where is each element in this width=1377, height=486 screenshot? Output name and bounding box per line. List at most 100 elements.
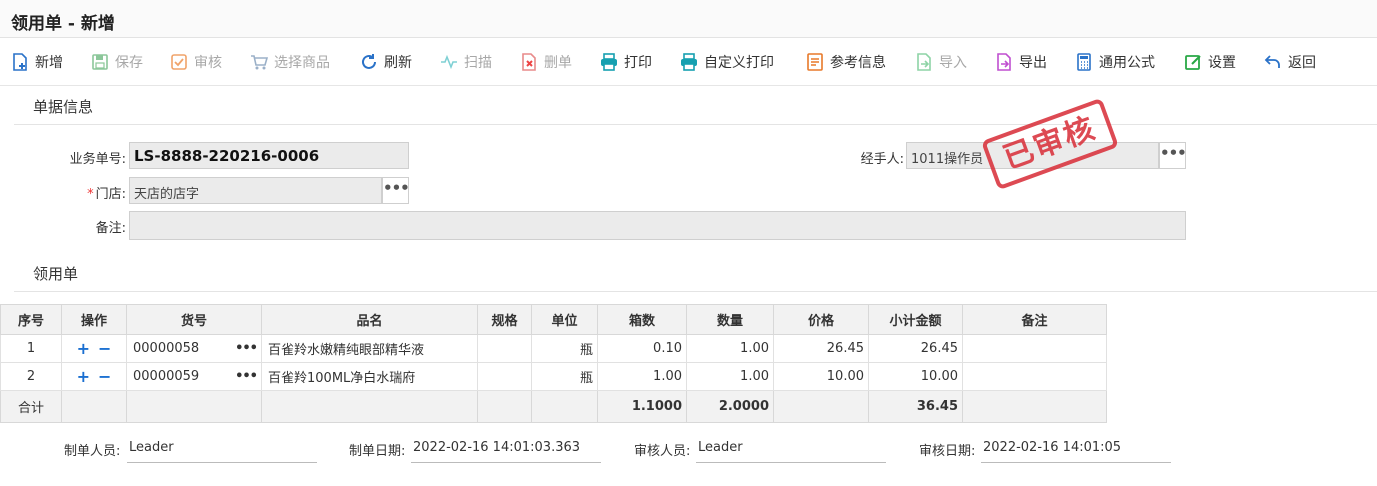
table-row[interactable]: 1 + − 00000058 ••• 百雀羚水嫩精纯眼部精华液 瓶 0.10 1.0… [0, 334, 1107, 363]
export-icon [997, 53, 1011, 71]
total-empty-cell [477, 390, 532, 423]
new-button-label: 新增 [35, 55, 63, 71]
col-header-seq: 序号 [0, 304, 62, 335]
audit-date-label: 审核日期: [919, 444, 976, 459]
row-code[interactable]: 00000058 ••• [126, 334, 262, 363]
print-button[interactable]: 打印 [600, 50, 652, 74]
row-remark[interactable] [962, 362, 1107, 391]
doc-info-section-title: 单据信息 [33, 98, 94, 116]
scan-button[interactable]: 扫描 [440, 50, 492, 74]
row-qty[interactable]: 1.00 [686, 334, 774, 363]
row-code[interactable]: 00000059 ••• [126, 362, 262, 391]
add-row-icon[interactable]: + [77, 367, 90, 386]
settings-button[interactable]: 设置 [1184, 50, 1236, 74]
remove-row-icon[interactable]: − [98, 367, 111, 386]
row-actions: + − [61, 334, 127, 363]
new-button[interactable]: 新增 [11, 50, 63, 74]
col-header-code: 货号 [126, 304, 262, 335]
total-boxes: 1.1000 [597, 390, 687, 423]
export-button-label: 导出 [1019, 55, 1047, 71]
store-field[interactable]: 天店的店字 [129, 177, 382, 204]
row-code-text: 00000059 [133, 369, 200, 384]
row-name: 百雀羚水嫩精纯眼部精华液 [261, 334, 478, 363]
row-actions: + − [61, 362, 127, 391]
toolbar: 新增 保存 审核 选择商品 刷新 扫描 删单 打印 自定义打印 参考信息 导入 [0, 38, 1377, 86]
custom-print-icon [681, 53, 697, 71]
total-empty-cell [126, 390, 262, 423]
refresh-button-label: 刷新 [384, 55, 412, 71]
common-formula-button[interactable]: 通用公式 [1075, 50, 1155, 74]
import-icon [917, 53, 931, 71]
store-label: * 门店: [40, 183, 126, 202]
select-goods-button[interactable]: 选择商品 [250, 50, 330, 74]
delete-doc-button-label: 删单 [544, 55, 572, 71]
row-boxes[interactable]: 0.10 [597, 334, 687, 363]
section-divider [14, 291, 1377, 292]
row-unit: 瓶 [531, 362, 598, 391]
col-header-unit: 单位 [531, 304, 598, 335]
back-button[interactable]: 返回 [1264, 50, 1316, 74]
reference-icon [807, 53, 823, 71]
import-button[interactable]: 导入 [915, 50, 967, 74]
audit-button[interactable]: 审核 [170, 50, 222, 74]
remark-field[interactable] [129, 211, 1186, 240]
select-goods-button-label: 选择商品 [274, 55, 330, 71]
col-header-name: 品名 [261, 304, 478, 335]
business-no-label: 业务单号: [69, 152, 126, 167]
reference-info-button-label: 参考信息 [830, 55, 886, 71]
audited-stamp: 已审核 [980, 97, 1120, 191]
remove-row-icon[interactable]: − [98, 339, 111, 358]
code-lookup-icon[interactable]: ••• [235, 341, 258, 356]
refresh-button[interactable]: 刷新 [360, 50, 412, 74]
save-button[interactable]: 保存 [91, 50, 143, 74]
remark-label: 备注: [95, 221, 126, 236]
row-name: 百雀羚100ML净白水瑞府 [261, 362, 478, 391]
table-row[interactable]: 2 + − 00000059 ••• 百雀羚100ML净白水瑞府 瓶 1.00 1.… [0, 362, 1107, 391]
import-button-label: 导入 [939, 55, 967, 71]
table-header-row: 序号 操作 货号 品名 规格 单位 箱数 数量 价格 小计金额 备注 [0, 304, 1107, 335]
col-header-boxes: 箱数 [597, 304, 687, 335]
grid-section-title: 领用单 [33, 265, 79, 283]
row-subtotal: 10.00 [868, 362, 963, 391]
row-boxes[interactable]: 1.00 [597, 362, 687, 391]
back-arrow-icon [1264, 55, 1280, 68]
total-empty-cell [61, 390, 127, 423]
print-button-label: 打印 [624, 55, 652, 71]
total-empty-cell [261, 390, 478, 423]
total-label: 合计 [0, 390, 62, 423]
row-price[interactable]: 10.00 [773, 362, 869, 391]
common-formula-button-label: 通用公式 [1099, 55, 1155, 71]
row-spec [477, 334, 532, 363]
code-lookup-icon[interactable]: ••• [235, 369, 258, 384]
page-title: 领用单 - 新增 [11, 14, 115, 34]
row-remark[interactable] [962, 334, 1107, 363]
maker-field: Leader [127, 440, 317, 463]
save-icon [92, 54, 108, 70]
back-button-label: 返回 [1288, 55, 1316, 71]
custom-print-button[interactable]: 自定义打印 [680, 50, 774, 74]
new-doc-icon [13, 53, 27, 71]
export-button[interactable]: 导出 [995, 50, 1047, 74]
row-spec [477, 362, 532, 391]
auditor-label: 审核人员: [634, 444, 691, 459]
delete-doc-button[interactable]: 删单 [520, 50, 572, 74]
row-qty[interactable]: 1.00 [686, 362, 774, 391]
print-icon [601, 53, 617, 71]
handler-lookup-button[interactable]: ••• [1159, 142, 1187, 169]
total-qty: 2.0000 [686, 390, 774, 423]
custom-print-button-label: 自定义打印 [704, 55, 774, 71]
col-header-qty: 数量 [686, 304, 774, 335]
reference-info-button[interactable]: 参考信息 [806, 50, 886, 74]
scan-button-label: 扫描 [464, 55, 492, 71]
row-seq: 2 [0, 362, 62, 391]
row-price[interactable]: 26.45 [773, 334, 869, 363]
settings-edit-icon [1185, 55, 1201, 70]
scan-icon [441, 54, 457, 70]
row-unit: 瓶 [531, 334, 598, 363]
items-table: 序号 操作 货号 品名 规格 单位 箱数 数量 价格 小计金额 备注 1 + − … [0, 304, 1107, 423]
total-empty-cell [962, 390, 1107, 423]
store-lookup-button[interactable]: ••• [382, 177, 410, 204]
col-header-subtotal: 小计金额 [868, 304, 963, 335]
business-no-field[interactable]: LS-8888-220216-0006 [129, 142, 409, 169]
add-row-icon[interactable]: + [77, 339, 90, 358]
